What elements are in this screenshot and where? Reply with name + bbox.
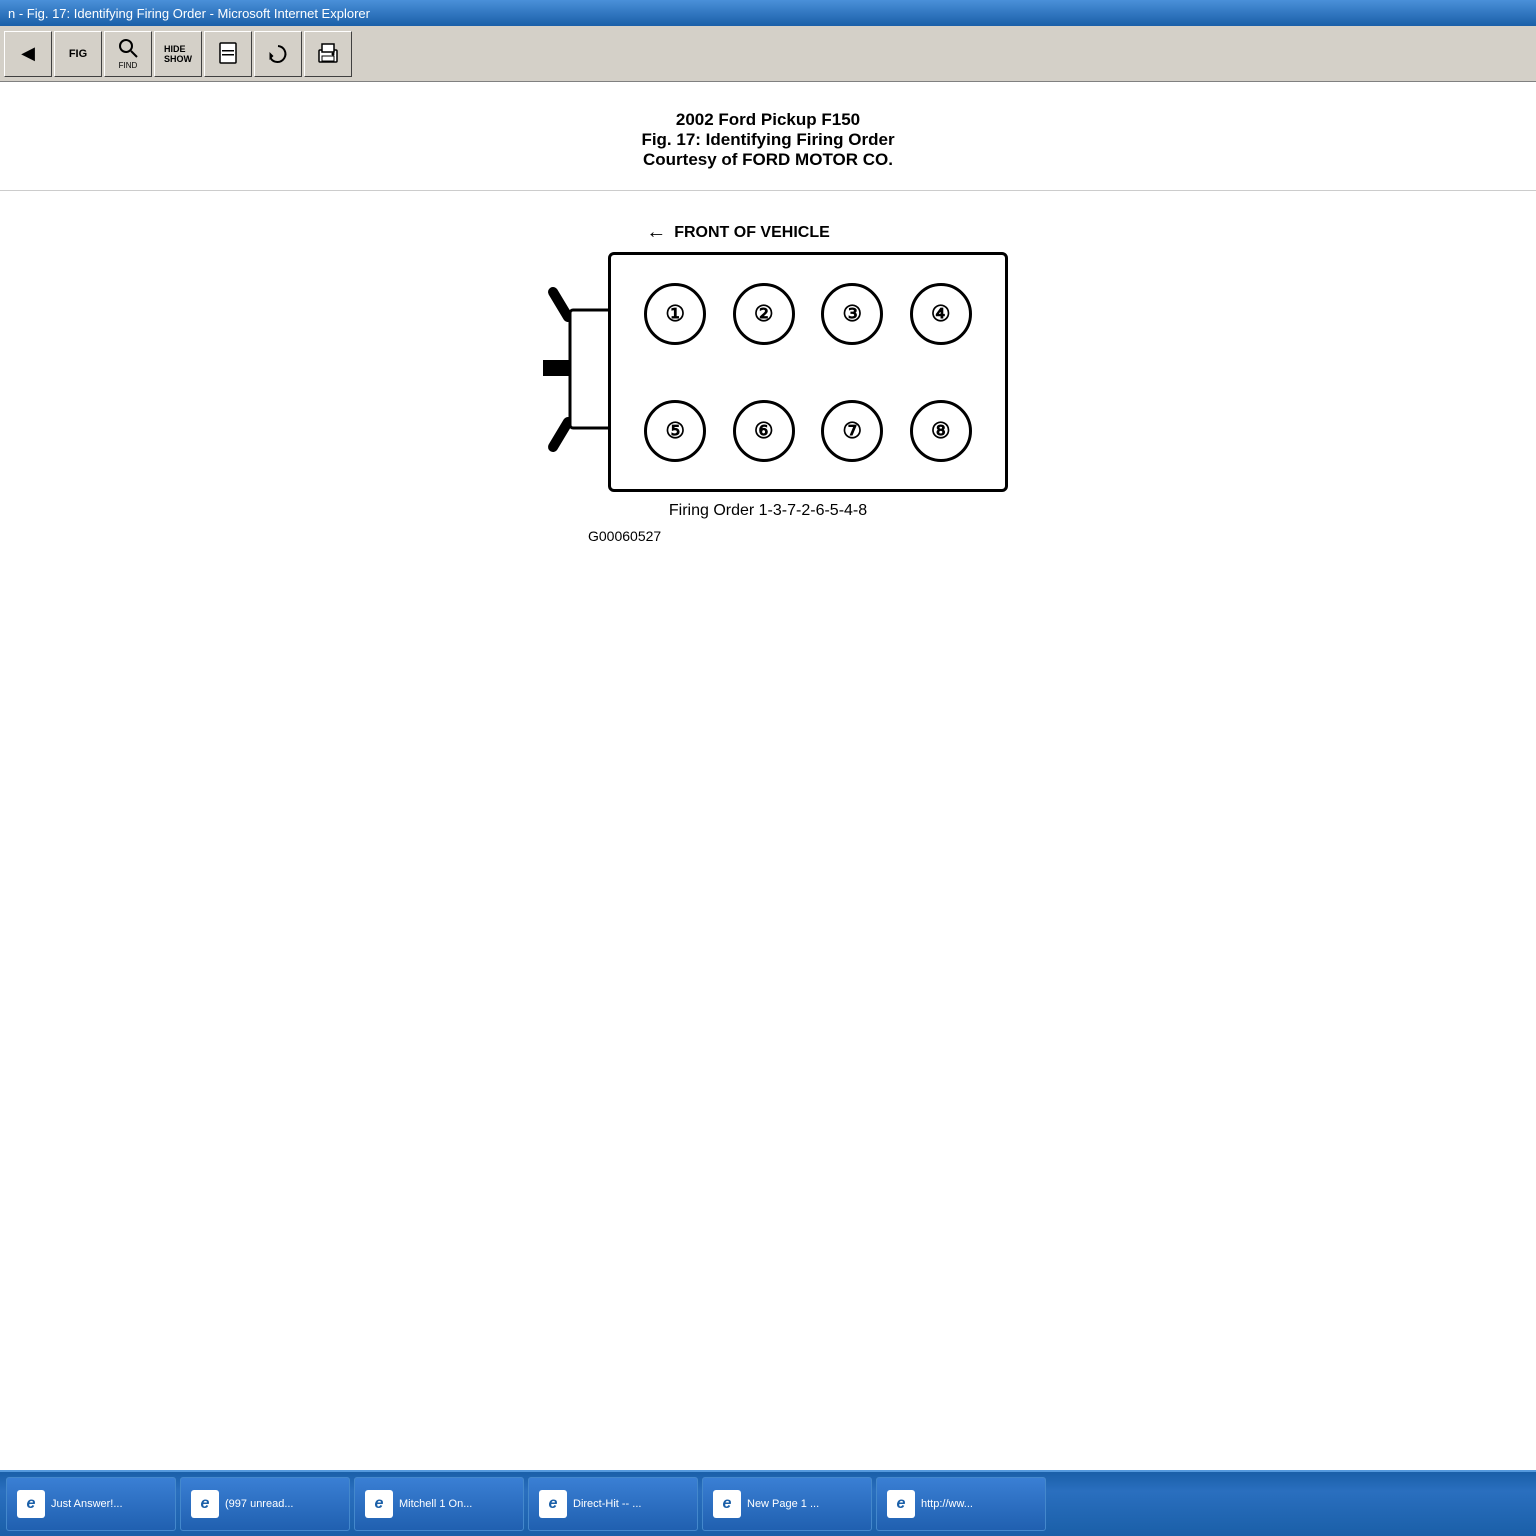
prev-fig-button[interactable]: ◀ — [4, 31, 52, 77]
print-icon — [316, 42, 340, 66]
taskbar-label-mitchell: Mitchell 1 On... — [399, 1498, 472, 1510]
page-header: 2002 Ford Pickup F150 Fig. 17: Identifyi… — [641, 110, 894, 170]
header-divider — [0, 190, 1536, 191]
main-content: 2002 Ford Pickup F150 Fig. 17: Identifyi… — [0, 82, 1536, 1470]
taskbar-label-http: http://ww... — [921, 1498, 973, 1510]
top-cylinder-row: ① ② ③ ④ — [611, 273, 1005, 355]
engine-block: ① ② ③ ④ ⑤ ⑥ ⑦ ⑧ — [608, 252, 1008, 492]
taskbar-btn-997unread[interactable]: e (997 unread... — [180, 1477, 350, 1531]
taskbar-label-justanswer: Just Answer!... — [51, 1498, 123, 1510]
front-label-text: FRONT OF VEHICLE — [674, 224, 830, 242]
engine-diagram: ① ② ③ ④ ⑤ ⑥ ⑦ ⑧ — [528, 252, 1008, 492]
taskbar-label-newpage1: New Page 1 ... — [747, 1498, 819, 1510]
cylinder-3: ③ — [821, 283, 883, 345]
hide-show-button[interactable]: HIDESHOW — [154, 31, 202, 77]
diagram-container: ← FRONT OF VEHICLE — [528, 221, 1008, 544]
bookmark-button[interactable] — [204, 31, 252, 77]
taskbar-label-997unread: (997 unread... — [225, 1498, 294, 1510]
taskbar-ie-icon-6: e — [887, 1490, 915, 1518]
title-text: n - Fig. 17: Identifying Firing Order - … — [8, 6, 370, 21]
cylinder-2: ② — [733, 283, 795, 345]
taskbar-btn-directhit[interactable]: e Direct-Hit -- ... — [528, 1477, 698, 1531]
left-arrow-icon: ← — [646, 221, 666, 244]
find-label: FIND — [119, 61, 138, 70]
taskbar-btn-newpage1[interactable]: e New Page 1 ... — [702, 1477, 872, 1531]
taskbar-btn-mitchell[interactable]: e Mitchell 1 On... — [354, 1477, 524, 1531]
bottom-cylinder-row: ⑤ ⑥ ⑦ ⑧ — [611, 390, 1005, 472]
taskbar-ie-icon-2: e — [191, 1490, 219, 1518]
cylinder-4: ④ — [910, 283, 972, 345]
taskbar-ie-icon-1: e — [17, 1490, 45, 1518]
taskbar: e Just Answer!... e (997 unread... e Mit… — [0, 1470, 1536, 1536]
taskbar-label-directhit: Direct-Hit -- ... — [573, 1498, 641, 1510]
crankshaft-assembly — [528, 262, 618, 482]
find-button[interactable]: FIND — [104, 31, 152, 77]
toolbar: ◀ FIG FIND HIDESHOW — [0, 26, 1536, 82]
taskbar-ie-icon-3: e — [365, 1490, 393, 1518]
cylinder-8: ⑧ — [910, 400, 972, 462]
front-of-vehicle-label: ← FRONT OF VEHICLE — [646, 221, 830, 244]
taskbar-btn-justanswer[interactable]: e Just Answer!... — [6, 1477, 176, 1531]
title-bar: n - Fig. 17: Identifying Firing Order - … — [0, 0, 1536, 26]
cylinder-6: ⑥ — [733, 400, 795, 462]
fig-button[interactable]: FIG — [54, 31, 102, 77]
bookmark-icon — [217, 42, 239, 66]
fig-icon: FIG — [69, 48, 87, 60]
taskbar-ie-icon-4: e — [539, 1490, 567, 1518]
find-icon — [117, 37, 139, 59]
refresh-button[interactable] — [254, 31, 302, 77]
cylinder-1: ① — [644, 283, 706, 345]
figure-title: Fig. 17: Identifying Firing Order — [641, 130, 894, 150]
cylinder-7: ⑦ — [821, 400, 883, 462]
prev-fig-icon: ◀ — [21, 43, 35, 64]
refresh-icon — [266, 42, 290, 66]
hide-show-icon: HIDESHOW — [164, 44, 192, 64]
print-button[interactable] — [304, 31, 352, 77]
courtesy-line: Courtesy of FORD MOTOR CO. — [641, 150, 894, 170]
part-number: G00060527 — [588, 528, 661, 544]
vehicle-title: 2002 Ford Pickup F150 — [641, 110, 894, 130]
taskbar-btn-http[interactable]: e http://ww... — [876, 1477, 1046, 1531]
crankshaft-svg — [528, 262, 618, 482]
taskbar-ie-icon-5: e — [713, 1490, 741, 1518]
cylinder-5: ⑤ — [644, 400, 706, 462]
firing-order-caption: Firing Order 1-3-7-2-6-5-4-8 — [669, 502, 867, 520]
